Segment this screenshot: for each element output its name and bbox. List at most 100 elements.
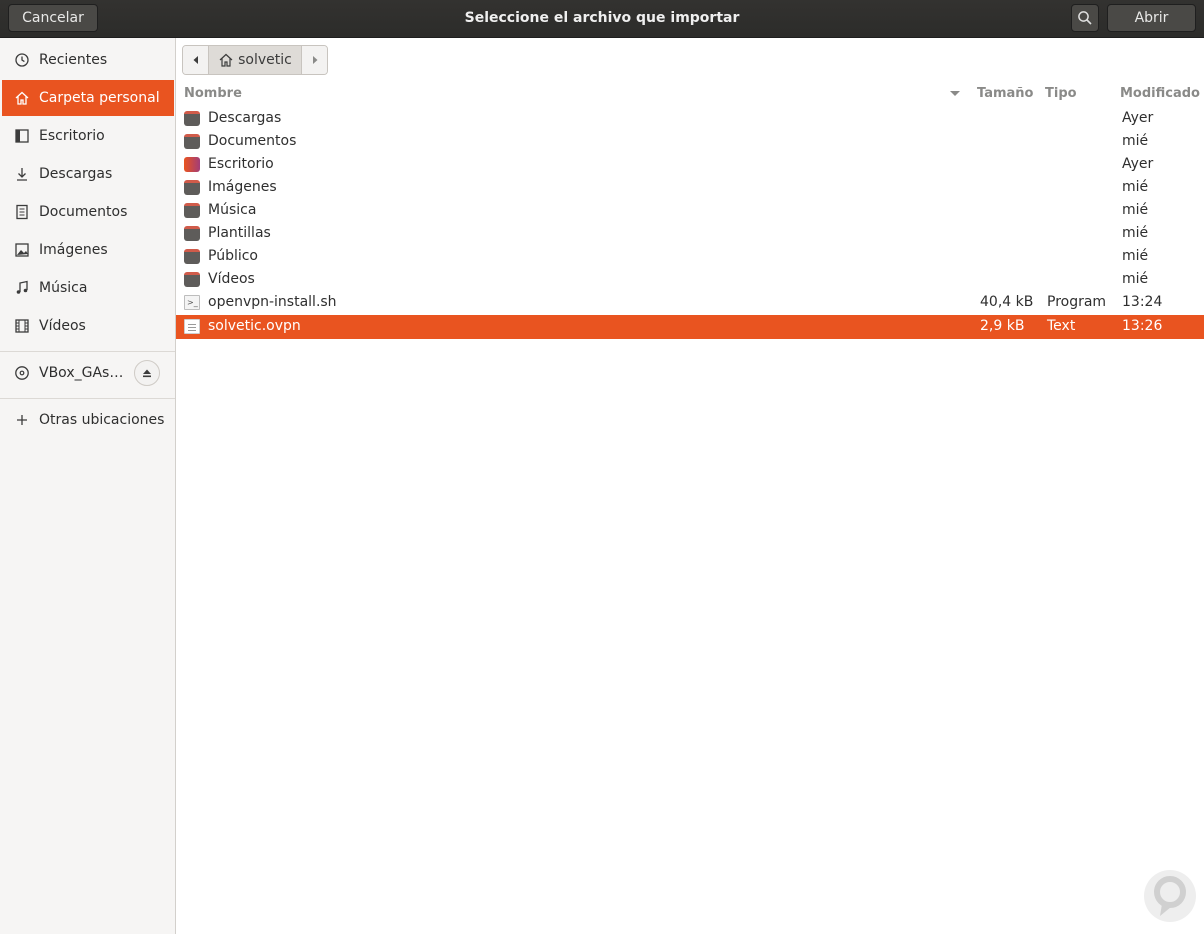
text-file-icon: [184, 319, 200, 334]
file-row[interactable]: Música mié: [176, 199, 1204, 222]
folder-icon: [184, 249, 200, 264]
sidebar-item-label: Imágenes: [39, 242, 108, 258]
sidebar-item-recent[interactable]: Recientes: [2, 42, 174, 78]
download-icon: [14, 166, 30, 182]
sidebar-item-device[interactable]: VBox_GAs…: [2, 355, 130, 391]
file-size: 40,4 kB: [980, 294, 1034, 310]
file-row[interactable]: Plantillas mié: [176, 222, 1204, 245]
home-icon: [219, 53, 233, 67]
file-modified: mié: [1122, 271, 1149, 287]
column-type[interactable]: Tipo: [1045, 86, 1077, 101]
image-icon: [14, 242, 30, 258]
desktop-folder-icon: [184, 157, 200, 172]
disc-icon: [14, 365, 30, 381]
open-button[interactable]: Abrir: [1107, 4, 1196, 32]
column-modified[interactable]: Modificado: [1120, 86, 1200, 101]
file-name: Escritorio: [208, 156, 274, 172]
folder-icon: [184, 203, 200, 218]
file-name: Público: [208, 248, 258, 264]
file-name: Música: [208, 202, 257, 218]
file-row[interactable]: Descargas Ayer: [176, 107, 1204, 130]
folder-icon: [184, 134, 200, 149]
sidebar-separator: [0, 351, 175, 352]
file-name: Vídeos: [208, 271, 255, 287]
file-name: openvpn-install.sh: [208, 294, 337, 310]
chevron-left-icon: [193, 56, 198, 64]
file-modified: mié: [1122, 248, 1149, 264]
file-modified: 13:26: [1122, 318, 1163, 334]
clock-icon: [14, 52, 30, 68]
file-name: solvetic.ovpn: [208, 318, 301, 334]
sidebar-item-label: Carpeta personal: [39, 90, 160, 106]
sidebar-item-videos[interactable]: Vídeos: [2, 308, 174, 344]
file-row[interactable]: Documentos mié: [176, 130, 1204, 153]
breadcrumb-home[interactable]: solvetic: [208, 46, 302, 74]
sidebar-item-label: Recientes: [39, 52, 108, 68]
folder-icon: [184, 226, 200, 241]
file-modified: mié: [1122, 179, 1149, 195]
file-row[interactable]: >_ openvpn-install.sh 40,4 kB Program 13…: [176, 291, 1204, 314]
path-forward-button[interactable]: [302, 46, 327, 74]
file-row-selected[interactable]: solvetic.ovpn 2,9 kB Text 13:26: [176, 315, 1204, 339]
path-bar: solvetic: [182, 45, 328, 75]
sidebar-item-pictures[interactable]: Imágenes: [2, 232, 174, 268]
eject-icon: [143, 369, 151, 378]
video-icon: [14, 318, 30, 334]
sidebar-item-label: Escritorio: [39, 128, 105, 144]
file-row[interactable]: Vídeos mié: [176, 268, 1204, 291]
file-row[interactable]: Imágenes mié: [176, 176, 1204, 199]
sidebar-item-other-locations[interactable]: Otras ubicaciones: [2, 402, 174, 438]
path-back-button[interactable]: [183, 46, 208, 74]
file-modified: mié: [1122, 202, 1149, 218]
desktop-icon: [14, 128, 30, 144]
plus-icon: [14, 412, 30, 428]
file-size: 2,9 kB: [980, 318, 1025, 334]
search-button[interactable]: [1071, 4, 1099, 32]
file-modified: 13:24: [1122, 294, 1163, 310]
chevron-right-icon: [312, 56, 317, 64]
sidebar-item-label: Vídeos: [39, 318, 86, 334]
sidebar-item-home[interactable]: Carpeta personal: [2, 80, 174, 116]
folder-icon: [184, 111, 200, 126]
cancel-button[interactable]: Cancelar: [8, 4, 98, 32]
sidebar-item-label: Documentos: [39, 204, 128, 220]
sidebar-item-music[interactable]: Música: [2, 270, 174, 306]
file-row[interactable]: Escritorio Ayer: [176, 153, 1204, 176]
sidebar-separator: [0, 398, 175, 399]
sort-descending-icon: [950, 91, 960, 96]
watermark-logo: [1144, 870, 1196, 922]
column-headers: Nombre Tamaño Tipo Modificado: [176, 82, 1204, 106]
column-size[interactable]: Tamaño: [977, 86, 1033, 101]
places-sidebar: Recientes Carpeta personal Escritorio De…: [0, 38, 176, 934]
search-icon: [1078, 11, 1092, 25]
script-file-icon: >_: [184, 295, 200, 310]
music-icon: [14, 280, 30, 296]
folder-icon: [184, 180, 200, 195]
file-name: Imágenes: [208, 179, 277, 195]
sidebar-item-label: Descargas: [39, 166, 113, 182]
dialog-title: Seleccione el archivo que importar: [464, 10, 740, 26]
sidebar-item-label: Música: [39, 280, 88, 296]
file-modified: Ayer: [1122, 156, 1154, 172]
sidebar-item-documents[interactable]: Documentos: [2, 194, 174, 230]
sidebar-item-label: VBox_GAs…: [39, 365, 124, 381]
sidebar-item-label: Otras ubicaciones: [39, 412, 165, 428]
file-type: Program: [1047, 294, 1107, 310]
breadcrumb-label: solvetic: [238, 52, 292, 68]
sidebar-item-downloads[interactable]: Descargas: [2, 156, 174, 192]
file-modified: mié: [1122, 133, 1149, 149]
file-modified: Ayer: [1122, 110, 1154, 126]
file-name: Plantillas: [208, 225, 271, 241]
folder-icon: [184, 272, 200, 287]
eject-button[interactable]: [134, 360, 160, 386]
column-name[interactable]: Nombre: [184, 86, 242, 101]
file-modified: mié: [1122, 225, 1149, 241]
file-name: Descargas: [208, 110, 282, 126]
file-row[interactable]: Público mié: [176, 245, 1204, 268]
file-type: Text: [1047, 318, 1076, 334]
document-icon: [14, 204, 30, 220]
header-bar: Cancelar Seleccione el archivo que impor…: [0, 0, 1204, 38]
file-name: Documentos: [208, 133, 297, 149]
home-icon: [14, 90, 30, 106]
sidebar-item-desktop[interactable]: Escritorio: [2, 118, 174, 154]
